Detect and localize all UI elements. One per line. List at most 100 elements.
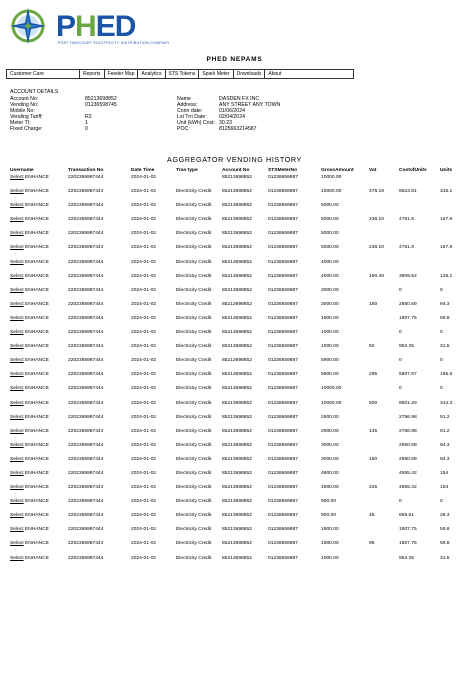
cell-username: Select ENHANCE xyxy=(10,386,68,400)
table-row: Select ENHANCE 2202365987444 2024-01-02 Ele… xyxy=(10,556,462,570)
menu-item-feeder-map[interactable]: Feeder Map xyxy=(105,70,139,78)
col-header-units[interactable]: Units xyxy=(440,168,462,175)
cell-sts-meter-no: 01236659887 xyxy=(268,203,298,209)
col-header-vat[interactable]: Vat xyxy=(369,168,399,175)
cell-date-time: 2024-01-02 xyxy=(131,259,157,265)
cell-tran-type: Electricity Credit xyxy=(176,541,212,547)
cell-cost-of-units: 3809.52 xyxy=(399,273,417,279)
select-link[interactable]: Select xyxy=(10,527,24,532)
cell-sts-meter-no: 01236659887 xyxy=(268,315,298,321)
cell-sts-meter-no: 01236659887 xyxy=(268,358,298,364)
select-link[interactable]: Select xyxy=(10,415,24,420)
col-header-tran-type[interactable]: Tran type xyxy=(176,168,222,175)
menu-item-reports[interactable]: Reports xyxy=(80,70,105,78)
cell-gross-amount: 10000.00 xyxy=(321,189,342,195)
select-link[interactable]: Select xyxy=(10,217,24,222)
cell-units: 31.5 xyxy=(440,555,450,561)
select-link[interactable]: Select xyxy=(10,358,24,363)
select-link[interactable]: Select xyxy=(10,386,24,391)
cell-date-time: 2024-01-02 xyxy=(131,203,157,209)
col-header-account-no[interactable]: Account No xyxy=(222,168,268,175)
cell-tran-type: Electricity Credit xyxy=(176,287,212,293)
select-link[interactable]: Select xyxy=(10,203,24,208)
cell-vat xyxy=(369,358,399,372)
cell-vat: 238.10 xyxy=(369,217,384,223)
cell-date-time: 2024-01-02 xyxy=(131,301,157,307)
cell-transaction-no: 2202365987444 xyxy=(68,189,104,195)
cell-cost-of-units xyxy=(399,203,440,217)
cell-username: Select ENHANCE xyxy=(10,372,68,386)
cell-date-time: 2024-01-02 xyxy=(131,189,157,195)
select-link[interactable]: Select xyxy=(10,457,24,462)
menu-item-analytics[interactable]: Analytics xyxy=(138,70,166,78)
select-link[interactable]: Select xyxy=(10,175,24,180)
cell-username: Select ENHANCE xyxy=(10,175,68,189)
cell-cost-of-units: 855.51 xyxy=(399,513,414,519)
cell-cost-of-units: 0 xyxy=(399,358,402,364)
select-link[interactable]: Select xyxy=(10,372,24,377)
table-row: Select ENHANCE 2202365987444 2024-01-02 Ele… xyxy=(10,401,462,415)
select-link[interactable]: Select xyxy=(10,260,24,265)
col-header-date-time[interactable]: Date Time xyxy=(131,168,176,175)
menu-item-sts-tokens[interactable]: STS Tokens xyxy=(166,70,200,78)
select-link[interactable]: Select xyxy=(10,471,24,476)
table-row: Select ENHANCE 2202365987444 2024-01-02 852… xyxy=(10,175,462,189)
cell-vat: 238.10 xyxy=(369,245,384,251)
username-text: ENHANCE xyxy=(24,428,49,434)
field-value: 01236598745 xyxy=(85,102,117,109)
cell-cost-of-units: 4655.42 xyxy=(399,470,417,476)
cell-transaction-no: 2202365987444 xyxy=(68,259,104,265)
cell-units: 157.6 xyxy=(440,217,453,223)
col-header-username[interactable]: Username xyxy=(10,168,68,175)
select-link[interactable]: Select xyxy=(10,344,24,349)
select-link[interactable]: Select xyxy=(10,330,24,335)
cell-account-no: 85213698852 xyxy=(222,231,252,237)
menu-item-customer-care[interactable]: Customer Care xyxy=(7,70,80,78)
select-link[interactable]: Select xyxy=(10,499,24,504)
cell-sts-meter-no: 01236659887 xyxy=(268,541,298,547)
account-details-title: ACCOUNT DETAILS xyxy=(10,89,59,95)
col-header-sts-meter-no[interactable]: STSMeterNo xyxy=(268,168,321,175)
cell-cost-of-units: 0 xyxy=(399,499,402,505)
cell-units: 314.3 xyxy=(440,400,453,406)
select-link[interactable]: Select xyxy=(10,401,24,406)
select-link[interactable]: Select xyxy=(10,443,24,448)
table-row: Select ENHANCE 2202365987444 2024-01-02 Ele… xyxy=(10,443,462,457)
select-link[interactable]: Select xyxy=(10,316,24,321)
select-link[interactable]: Select xyxy=(10,231,24,236)
cell-vat: 145 xyxy=(369,428,378,434)
cell-units xyxy=(440,260,462,274)
select-link[interactable]: Select xyxy=(10,245,24,250)
menu-item-about[interactable]: About xyxy=(265,70,284,78)
field-label: Fixed Charge: xyxy=(10,126,43,133)
menu-item-spark-meter[interactable]: Spark Meter xyxy=(199,70,234,78)
select-link[interactable]: Select xyxy=(10,513,24,518)
cell-date-time: 2024-01-02 xyxy=(131,428,157,434)
cell-cost-of-units: 9501.29 xyxy=(399,400,417,406)
cell-tran-type: Electricity Credit xyxy=(176,315,212,321)
select-link[interactable]: Select xyxy=(10,556,24,561)
cell-gross-amount: 4000.00 xyxy=(321,259,339,265)
select-link[interactable]: Select xyxy=(10,288,24,293)
select-link[interactable]: Select xyxy=(10,485,24,490)
col-header-gross-amount[interactable]: GrossAmount xyxy=(321,168,369,175)
select-link[interactable]: Select xyxy=(10,429,24,434)
cell-vat: 95 xyxy=(369,541,375,547)
cell-vat: 245 xyxy=(369,485,378,491)
select-link[interactable]: Select xyxy=(10,189,24,194)
cell-date-time: 2024-01-02 xyxy=(131,555,157,561)
cell-gross-amount: 1000.00 xyxy=(321,344,339,350)
cell-tran-type: Electricity Credit xyxy=(176,344,212,350)
select-link[interactable]: Select xyxy=(10,541,24,546)
select-link[interactable]: Select xyxy=(10,302,24,307)
col-header-cost-of-units[interactable]: CostofUnits xyxy=(399,168,440,175)
cell-account-no: 85213698852 xyxy=(222,499,252,505)
menu-item-downloads[interactable]: Downloads xyxy=(234,70,266,78)
select-link[interactable]: Select xyxy=(10,274,24,279)
col-header-transaction-no[interactable]: Transaction No xyxy=(68,168,131,175)
username-text: ENHANCE xyxy=(24,315,49,321)
username-text: ENHANCE xyxy=(24,344,49,350)
cell-vat: 190.48 xyxy=(369,273,384,279)
cell-cost-of-units: 4761.9 xyxy=(399,245,414,251)
cell-date-time: 2024-01-02 xyxy=(131,217,157,223)
